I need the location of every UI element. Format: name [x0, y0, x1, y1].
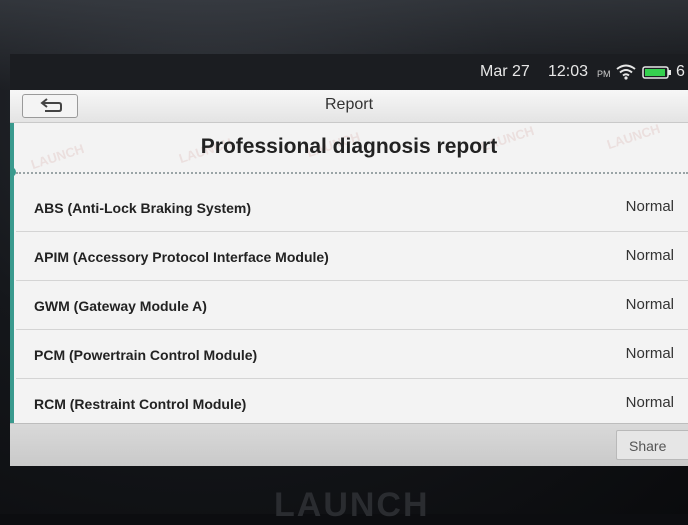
report-row[interactable]: ABS (Anti-Lock Braking System) Normal: [16, 183, 688, 232]
report-row[interactable]: RCM (Restraint Control Module) Normal: [16, 379, 688, 427]
dotted-divider: [16, 172, 688, 174]
report-row[interactable]: GWM (Gateway Module A) Normal: [16, 281, 688, 330]
title-bar: Report: [10, 90, 688, 123]
status-date: Mar 27: [480, 63, 530, 80]
module-name: ABS (Anti-Lock Braking System): [34, 200, 252, 216]
module-name: RCM (Restraint Control Module): [34, 396, 247, 412]
report-row[interactable]: PCM (Powertrain Control Module) Normal: [16, 330, 688, 379]
status-time: 12:03: [548, 63, 589, 80]
module-status: Normal: [625, 198, 674, 215]
module-name: GWM (Gateway Module A): [34, 298, 207, 314]
status-ampm: PM: [597, 69, 611, 79]
module-name: APIM (Accessory Protocol Interface Modul…: [34, 249, 329, 265]
report-heading: Professional diagnosis report: [200, 135, 498, 158]
device-brand-logo: LAUNCH: [274, 486, 430, 524]
bottom-toolbar: Share: [10, 423, 688, 466]
module-name: PCM (Powertrain Control Module): [34, 347, 258, 363]
report-content: LAUNCH LAUNCH LAUNCH LAUNCH LAUNCH Profe…: [10, 121, 688, 423]
status-battery-percent: 6: [676, 63, 685, 80]
module-status: Normal: [625, 345, 674, 362]
share-button[interactable]: Share: [616, 430, 688, 460]
device-screen: Mar 27 12:03 PM 6 Report LAUNCH LAUNCH L…: [10, 54, 688, 466]
report-row[interactable]: APIM (Accessory Protocol Interface Modul…: [16, 232, 688, 281]
share-label: Share: [629, 438, 667, 454]
module-status: Normal: [625, 394, 674, 411]
status-bar: Mar 27 12:03 PM 6: [10, 54, 688, 90]
wifi-icon: [616, 64, 636, 80]
module-status: Normal: [625, 296, 674, 313]
module-status: Normal: [625, 247, 674, 264]
page-title: Report: [324, 96, 374, 113]
battery-icon: [642, 66, 672, 79]
